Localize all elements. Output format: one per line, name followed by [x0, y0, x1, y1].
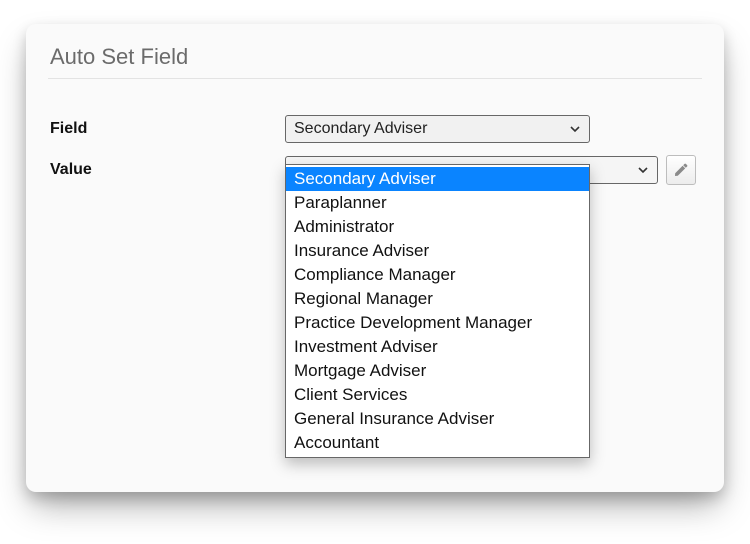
select-field-option[interactable]: General Insurance Adviser [286, 407, 589, 431]
select-field-option[interactable]: Client Services [286, 383, 589, 407]
select-field-value: Secondary Adviser [294, 120, 427, 137]
select-field[interactable]: Secondary Adviser [285, 115, 590, 143]
select-field-option[interactable]: Insurance Adviser [286, 239, 589, 263]
chevron-down-icon [637, 164, 649, 176]
select-field-option[interactable]: Mortgage Adviser [286, 359, 589, 383]
select-field-option[interactable]: Paraplanner [286, 191, 589, 215]
label-field: Field [48, 120, 285, 138]
edit-button[interactable] [666, 155, 696, 185]
chevron-down-icon [569, 123, 581, 135]
select-field-option[interactable]: Investment Adviser [286, 335, 589, 359]
panel-title: Auto Set Field [50, 44, 702, 70]
select-field-option[interactable]: Practice Development Manager [286, 311, 589, 335]
select-field-option[interactable]: Accountant [286, 431, 589, 455]
pencil-icon [673, 162, 689, 178]
select-field-option[interactable]: Regional Manager [286, 287, 589, 311]
select-field-listbox[interactable]: Secondary AdviserParaplannerAdministrato… [285, 164, 590, 458]
select-field-option[interactable]: Compliance Manager [286, 263, 589, 287]
label-value: Value [48, 161, 285, 179]
select-field-option[interactable]: Secondary Adviser [286, 167, 589, 191]
divider [48, 78, 702, 79]
select-field-option[interactable]: Administrator [286, 215, 589, 239]
row-field: Field Secondary Adviser [48, 115, 702, 143]
auto-set-field-panel: Auto Set Field Field Secondary Adviser V… [26, 24, 724, 492]
